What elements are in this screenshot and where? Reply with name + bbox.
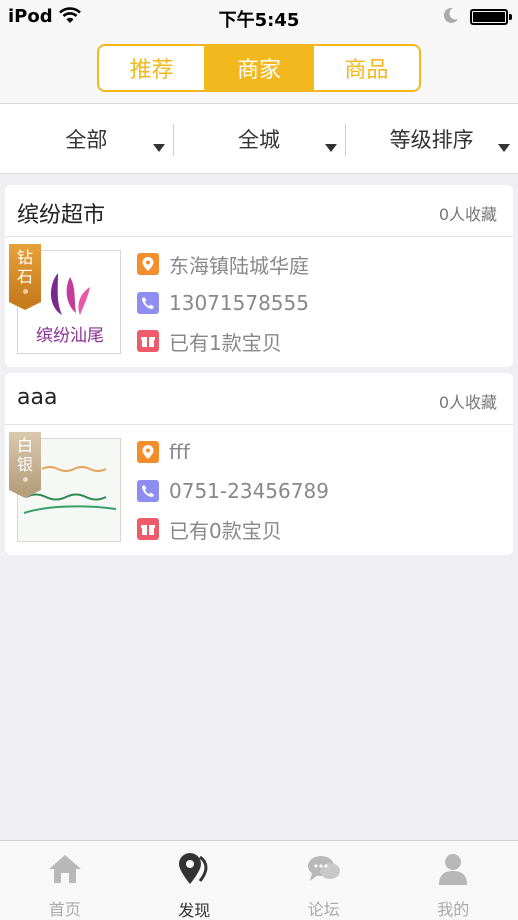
caret-down-icon: [152, 144, 165, 152]
tab-profile[interactable]: 我的: [389, 841, 518, 920]
status-bar: iPod 下午5:45: [0, 0, 518, 34]
shop-card-body: 白 银 fff 0751-23456789 已有0款宝贝: [5, 425, 513, 555]
favorite-count: 0人收藏: [438, 205, 497, 224]
tab-label: 发现: [178, 901, 211, 920]
caret-down-icon: [498, 144, 511, 152]
badge-char: 钻: [16, 248, 33, 267]
location-pin-icon: [137, 441, 159, 463]
shop-card[interactable]: aaa 0人收藏 白 银 fff 0751-23456789 已有0款宝贝: [5, 373, 513, 555]
status-time: 下午5:45: [218, 10, 300, 31]
badge-char: 石: [16, 267, 33, 286]
shop-phone: 0751-23456789: [169, 479, 329, 503]
shop-address: 东海镇陆城华庭: [169, 253, 309, 278]
segmented-control: 推荐 商家 商品: [97, 44, 421, 92]
tab-label: 首页: [48, 900, 81, 919]
location-icon: [174, 851, 214, 887]
gift-icon: [137, 518, 159, 540]
tab-label: 论坛: [307, 900, 340, 919]
tab-recommend[interactable]: 推荐: [99, 46, 204, 90]
filter-label: 等级排序: [389, 127, 474, 152]
badge-dot: [22, 477, 28, 482]
filter-bar: 全部 全城 等级排序: [0, 104, 518, 174]
shop-card-body: 缤纷汕尾 钻 石 东海镇陆城华庭 13071578555 已有1款宝贝: [5, 237, 513, 367]
favorite-count: 0人收藏: [438, 393, 497, 412]
tab-products[interactable]: 商品: [311, 46, 419, 90]
filter-area-dropdown[interactable]: 全城: [172, 104, 346, 173]
tab-merchants[interactable]: 商家: [204, 46, 312, 90]
tab-home[interactable]: 首页: [0, 841, 130, 920]
caret-down-icon: [325, 144, 338, 152]
shop-address: fff: [169, 440, 190, 464]
user-icon: [433, 851, 473, 886]
bottom-tab-bar: 首页 发现 论坛 我的: [0, 840, 518, 920]
badge-char: 白: [16, 436, 33, 455]
header: 推荐 商家 商品: [0, 34, 518, 104]
filter-label: 全城: [238, 127, 280, 152]
products-row: 已有0款宝贝: [137, 516, 282, 543]
tab-forum[interactable]: 论坛: [259, 841, 389, 920]
gift-icon: [137, 330, 159, 352]
phone-icon: [137, 480, 159, 502]
logo-text: 缤纷汕尾: [36, 326, 104, 346]
shop-name: 缤纷超市: [17, 203, 106, 228]
filter-label: 全部: [65, 127, 108, 152]
tab-label: 我的: [437, 900, 470, 919]
moon-icon: [443, 7, 458, 23]
filter-category-dropdown[interactable]: 全部: [0, 104, 173, 173]
badge-dot: [22, 289, 28, 294]
address-row: 东海镇陆城华庭: [137, 251, 309, 278]
shop-card-header: aaa 0人收藏: [5, 373, 513, 425]
tier-badge: 钻 石: [9, 244, 41, 310]
phone-row[interactable]: 0751-23456789: [137, 478, 329, 504]
battery-icon: [470, 9, 512, 25]
shop-phone: 13071578555: [169, 291, 309, 315]
location-pin-icon: [137, 253, 159, 275]
chat-icon: [304, 851, 344, 886]
badge-char: 银: [16, 455, 33, 474]
shop-card-header: 缤纷超市 0人收藏: [5, 185, 513, 237]
tab-discover[interactable]: 发现: [130, 841, 260, 920]
phone-icon: [137, 292, 159, 314]
product-count: 已有1款宝贝: [169, 330, 282, 355]
filter-sort-dropdown[interactable]: 等级排序: [345, 104, 518, 173]
phone-row[interactable]: 13071578555: [137, 290, 309, 316]
tier-badge: 白 银: [9, 432, 41, 498]
product-count: 已有0款宝贝: [169, 518, 282, 543]
address-row: fff: [137, 439, 190, 465]
home-icon: [45, 851, 85, 886]
shop-card[interactable]: 缤纷超市 0人收藏 缤纷汕尾 钻 石 东海镇陆城华庭 13071578555 已…: [5, 185, 513, 367]
shop-name: aaa: [17, 385, 58, 410]
products-row: 已有1款宝贝: [137, 328, 282, 355]
